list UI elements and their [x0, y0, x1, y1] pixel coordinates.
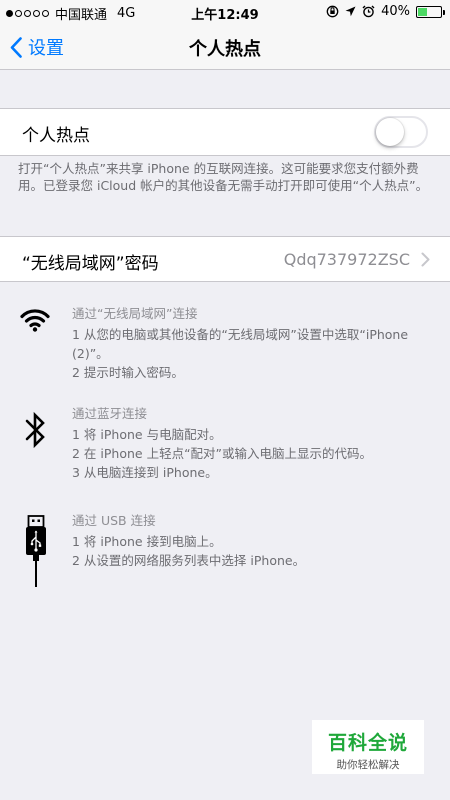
wifi-instruction-text: 通过“无线局域网”连接 1 从您的电脑或其他设备的“无线局域网”设置中选取“iP…: [72, 304, 432, 382]
alarm-icon: [362, 5, 375, 18]
wifi-password-label: “无线局域网”密码: [22, 254, 159, 274]
wifi-password-row[interactable]: “无线局域网”密码 Qdq737972ZSC: [0, 236, 450, 282]
usb-step-1: 1 将 iPhone 接到电脑上。: [72, 534, 222, 549]
status-right: 40%: [326, 4, 445, 19]
hotspot-row: 个人热点: [0, 108, 450, 156]
orientation-lock-icon: [326, 5, 339, 18]
bluetooth-step-1: 1 将 iPhone 与电脑配对。: [72, 427, 222, 442]
usb-instruction-text: 通过 USB 连接 1 将 iPhone 接到电脑上。 2 从设置的网络服务列表…: [72, 511, 432, 570]
hotspot-settings-screen: 中国联通 4G 上午12:49 40% 设置 个人热点 个人热点 打开“个人热点…: [0, 0, 450, 800]
wifi-icon: [20, 309, 50, 332]
navigation-bar: 设置 个人热点: [0, 24, 450, 70]
chevron-right-icon: [421, 252, 430, 267]
wifi-password-value: Qdq737972ZSC: [283, 250, 410, 269]
wifi-instruction-heading: 通过“无线局域网”连接: [72, 306, 198, 321]
wifi-step-1: 1 从您的电脑或其他设备的“无线局域网”设置中选取“iPhone (2)”。: [72, 327, 409, 361]
location-icon: [345, 6, 356, 17]
usb-step-2: 2 从设置的网络服务列表中选择 iPhone。: [72, 553, 306, 568]
page-title: 个人热点: [189, 39, 261, 60]
battery-icon: [416, 5, 445, 18]
battery-percent: 40%: [381, 4, 410, 19]
watermark-title: 百科全说: [327, 732, 408, 754]
watermark-logo: 百科全说 助你轻松解决: [312, 720, 424, 774]
bluetooth-icon: [25, 411, 45, 449]
usb-cable-icon: [26, 515, 46, 587]
toggle-knob: [376, 118, 404, 146]
hotspot-label: 个人热点: [22, 126, 90, 146]
bluetooth-step-3: 3 从电脑连接到 iPhone。: [72, 465, 218, 480]
hotspot-description: 打开“个人热点”来共享 iPhone 的互联网连接。这可能要求您支付额外费用。已…: [18, 161, 429, 193]
bluetooth-instruction-text: 通过蓝牙连接 1 将 iPhone 与电脑配对。 2 在 iPhone 上轻点“…: [72, 404, 432, 482]
status-bar: 中国联通 4G 上午12:49 40%: [0, 0, 450, 24]
hotspot-toggle[interactable]: [374, 116, 428, 148]
wifi-step-2: 2 提示时输入密码。: [72, 365, 184, 380]
bluetooth-step-2: 2 在 iPhone 上轻点“配对”或输入电脑上显示的代码。: [72, 446, 373, 461]
watermark-subtitle: 助你轻松解决: [336, 759, 400, 771]
bluetooth-instruction-heading: 通过蓝牙连接: [72, 406, 148, 421]
usb-instruction-heading: 通过 USB 连接: [72, 513, 156, 528]
